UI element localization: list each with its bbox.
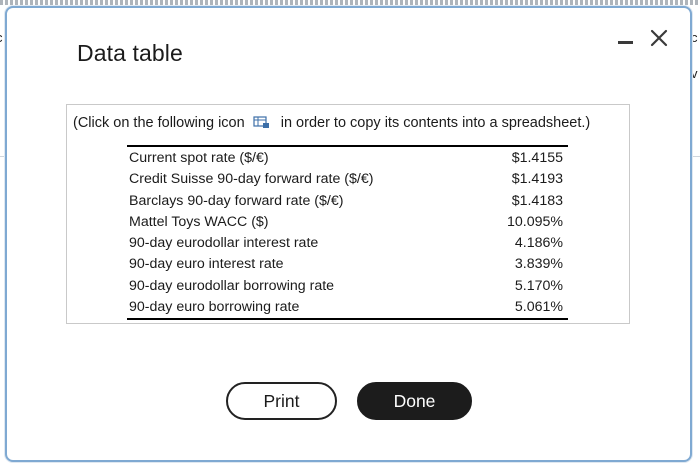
data-table-dialog: Data table (Click on the following icon … <box>5 6 692 462</box>
row-label: Barclays 90-day forward rate ($/€) <box>129 192 344 209</box>
row-value: 5.061% <box>514 299 563 316</box>
instruction-text-start: (Click on the following icon <box>73 115 245 131</box>
row-value: 5.170% <box>514 277 563 294</box>
spreadsheet-copy-icon[interactable] <box>253 116 271 129</box>
table-row: Credit Suisse 90-day forward rate ($/€) … <box>127 169 568 190</box>
data-table-panel: (Click on the following icon in order to… <box>66 104 630 324</box>
table-row: Barclays 90-day forward rate ($/€) $1.41… <box>127 191 568 212</box>
row-label: Current spot rate ($/€) <box>129 150 269 166</box>
print-button[interactable]: Print <box>226 382 337 420</box>
table-row: 90-day eurodollar interest rate 4.186% <box>127 233 568 254</box>
dialog-title: Data table <box>77 40 183 66</box>
background-text-strip <box>0 0 700 5</box>
rates-table: Current spot rate ($/€) $1.4155 Credit S… <box>127 145 568 321</box>
minimize-icon[interactable] <box>615 34 637 50</box>
row-label: 90-day eurodollar interest rate <box>129 235 319 252</box>
table-row: Current spot rate ($/€) $1.4155 <box>127 146 568 169</box>
row-label: Credit Suisse 90-day forward rate ($/€) <box>129 171 374 188</box>
row-value: 4.186% <box>514 235 563 252</box>
table-row: 90-day euro interest rate 3.839% <box>127 254 568 275</box>
background-fragment: c <box>0 30 3 45</box>
row-label: Mattel Toys WACC ($) <box>129 213 269 230</box>
copy-instruction: (Click on the following icon in order to… <box>73 115 590 131</box>
table-row: 90-day euro borrowing rate 5.061% <box>127 297 568 319</box>
row-label: 90-day euro borrowing rate <box>129 299 300 316</box>
done-button[interactable]: Done <box>357 382 472 420</box>
table-row: Mattel Toys WACC ($) 10.095% <box>127 212 568 233</box>
row-value: $1.4155 <box>511 150 563 166</box>
row-value: $1.4193 <box>511 171 563 188</box>
table-row: 90-day eurodollar borrowing rate 5.170% <box>127 276 568 297</box>
row-value: $1.4183 <box>511 192 563 209</box>
row-value: 10.095% <box>506 213 563 230</box>
instruction-text-end: in order to copy its contents into a spr… <box>280 115 591 131</box>
row-label: 90-day eurodollar borrowing rate <box>129 277 335 294</box>
row-label: 90-day euro interest rate <box>129 256 284 273</box>
row-value: 3.839% <box>514 256 563 273</box>
close-icon[interactable] <box>647 26 671 50</box>
